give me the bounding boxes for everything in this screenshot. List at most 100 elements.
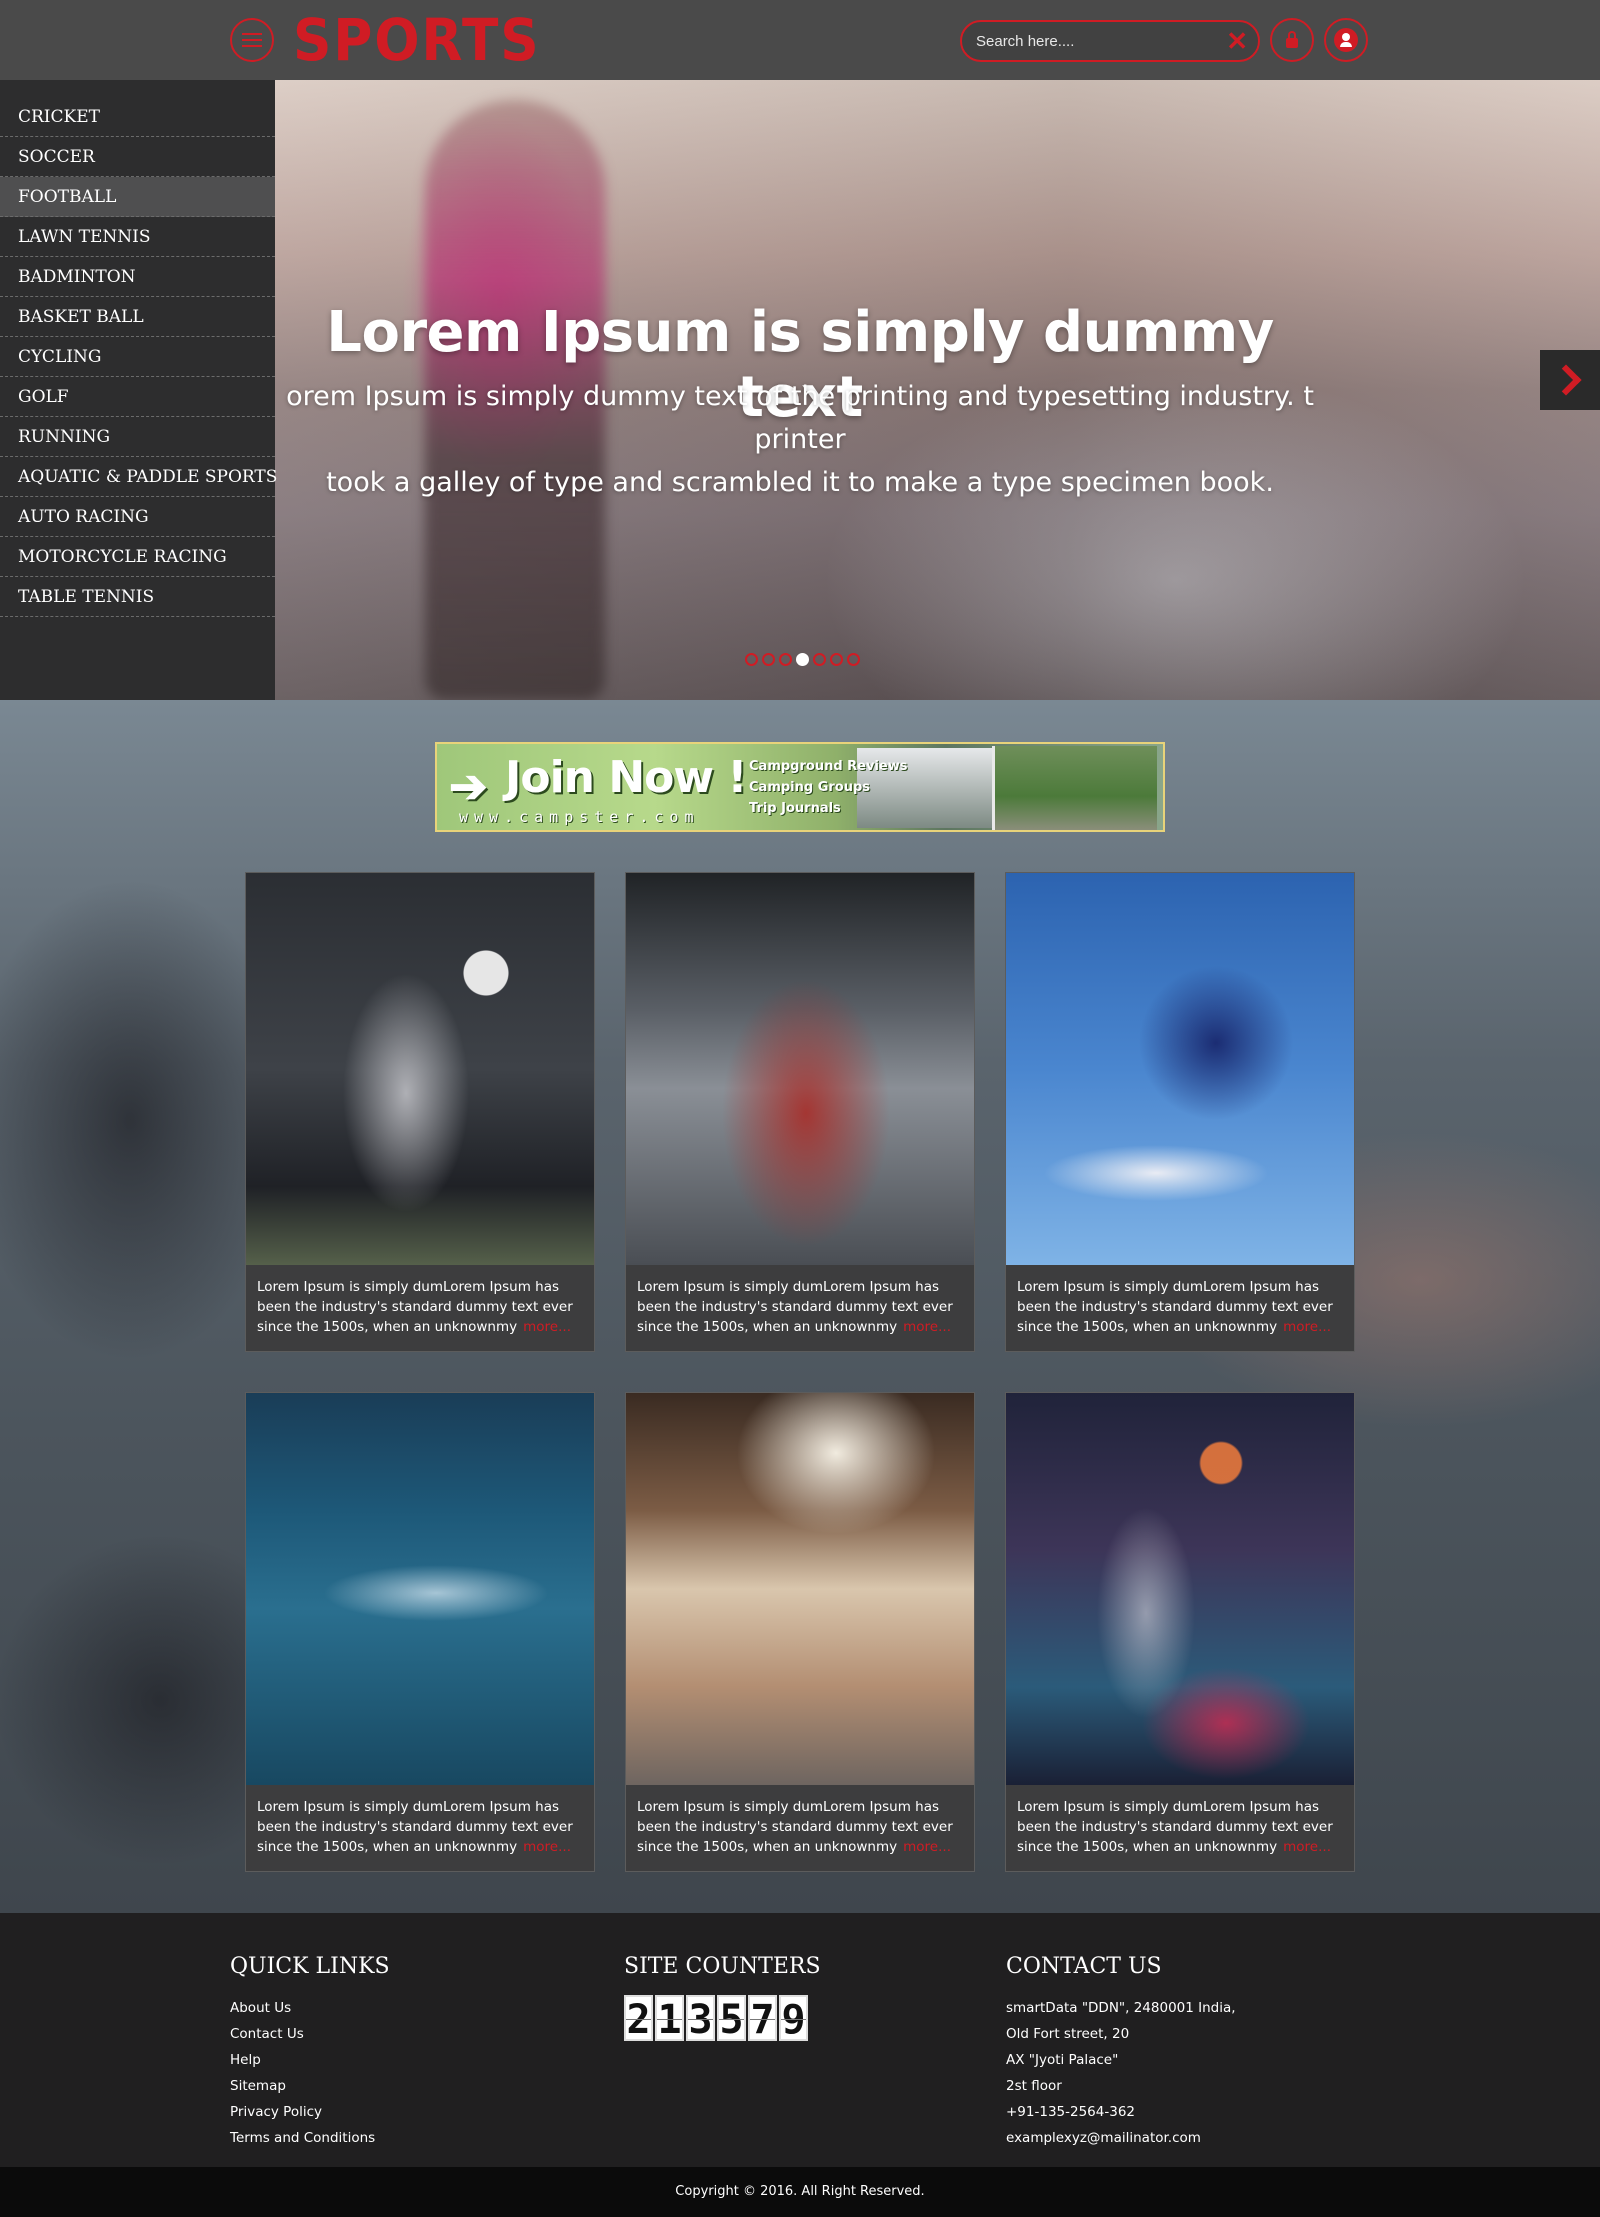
sport-card[interactable]: Lorem Ipsum is simply dumLorem Ipsum has… xyxy=(245,1392,595,1872)
footer-link-about-us[interactable]: About Us xyxy=(230,1995,390,2021)
sidebar-item-aquatic-paddle-sports[interactable]: AQUATIC & PADDLE SPORTS xyxy=(0,457,277,497)
footer-link-sitemap[interactable]: Sitemap xyxy=(230,2073,390,2099)
more-link[interactable]: more... xyxy=(1283,1839,1331,1855)
soccer-player-image[interactable] xyxy=(246,873,594,1265)
banner-url: www.campster.com xyxy=(459,808,700,826)
quick-links: QUICK LINKS About Us Contact Us Help Sit… xyxy=(230,1953,390,2151)
site-logo[interactable]: SPORTS xyxy=(293,6,540,74)
more-link[interactable]: more... xyxy=(1283,1319,1331,1335)
contact-line: AX "Jyoti Palace" xyxy=(1006,2052,1119,2068)
footer-link-privacy-policy[interactable]: Privacy Policy xyxy=(230,2099,390,2125)
slider-dot[interactable] xyxy=(813,653,826,666)
menu-icon[interactable] xyxy=(230,18,274,62)
sidebar-item-basket-ball[interactable]: BASKET BALL xyxy=(0,297,275,337)
sport-card[interactable]: Lorem Ipsum is simply dumLorem Ipsum has… xyxy=(1005,872,1355,1352)
user-icon[interactable] xyxy=(1324,18,1368,62)
hero-subtitle-line: took a galley of type and scrambled it t… xyxy=(326,467,1274,498)
banner-features: Campground Reviews Camping Groups Trip J… xyxy=(749,756,907,819)
sidebar-item-table-tennis[interactable]: TABLE TENNIS xyxy=(0,577,275,617)
contact-line: smartData "DDN", 2480001 India, xyxy=(1006,2000,1236,2016)
card-text: Lorem Ipsum is simply dumLorem Ipsum has… xyxy=(1017,1277,1347,1337)
search-input[interactable] xyxy=(976,30,1216,52)
quick-links-heading: QUICK LINKS xyxy=(230,1954,390,1979)
search-box[interactable]: ✕ xyxy=(960,20,1260,62)
more-link[interactable]: more... xyxy=(903,1319,951,1335)
quick-links-list: About Us Contact Us Help Sitemap Privacy… xyxy=(230,1995,390,2151)
card-text: Lorem Ipsum is simply dumLorem Ipsum has… xyxy=(257,1797,587,1857)
sport-card[interactable]: Lorem Ipsum is simply dumLorem Ipsum has… xyxy=(625,1392,975,1872)
footer-link-contact-us[interactable]: Contact Us xyxy=(230,2021,390,2047)
banner-photo xyxy=(992,746,1157,830)
contact-us-heading: CONTACT US xyxy=(1006,1954,1162,1979)
close-icon[interactable]: ✕ xyxy=(1226,26,1248,56)
banner-headline: Join Now ! xyxy=(505,752,747,803)
slider-dot[interactable] xyxy=(830,653,843,666)
hero-subtitle: orem Ipsum is simply dummy text of the p… xyxy=(275,375,1350,504)
join-now-banner[interactable]: ➔ Join Now ! www.campster.com Campground… xyxy=(435,742,1165,832)
chevron-right-icon xyxy=(1550,364,1582,396)
site-counters: SITE COUNTERS 2 1 3 5 7 9 xyxy=(624,1953,821,2043)
swimmer-image[interactable] xyxy=(246,1393,594,1785)
banner-feature: Campground Reviews xyxy=(749,759,908,774)
counter-digit: 7 xyxy=(748,1995,777,2043)
banner-feature: Camping Groups xyxy=(749,780,871,795)
slider-dots xyxy=(745,653,860,666)
slider-dot-active[interactable] xyxy=(796,653,809,666)
slider-dot[interactable] xyxy=(762,653,775,666)
sidebar-item-running[interactable]: RUNNING xyxy=(0,417,275,457)
sidebar-item-auto-racing[interactable]: AUTO RACING xyxy=(0,497,275,537)
footer-link-help[interactable]: Help xyxy=(230,2047,390,2073)
sidebar-item-lawn-tennis[interactable]: LAWN TENNIS xyxy=(0,217,275,257)
lock-icon[interactable] xyxy=(1270,18,1314,62)
contact-line: Old Fort street, 20 xyxy=(1006,2026,1130,2042)
card-text: Lorem Ipsum is simply dumLorem Ipsum has… xyxy=(637,1797,967,1857)
more-link[interactable]: more... xyxy=(903,1839,951,1855)
snowboarder-image[interactable] xyxy=(1006,873,1354,1265)
sidebar-item-golf[interactable]: GOLF xyxy=(0,377,275,417)
card-text: Lorem Ipsum is simply dumLorem Ipsum has… xyxy=(257,1277,587,1337)
card-text: Lorem Ipsum is simply dumLorem Ipsum has… xyxy=(637,1277,967,1337)
sidebar-item-cricket[interactable]: CRICKET xyxy=(0,97,275,137)
counter-digit: 1 xyxy=(655,1995,684,2043)
sidebar-item-badminton[interactable]: BADMINTON xyxy=(0,257,275,297)
more-link[interactable]: more... xyxy=(523,1319,571,1335)
hero-subtitle-line: orem Ipsum is simply dummy text of the p… xyxy=(286,381,1314,455)
sports-card-grid: Lorem Ipsum is simply dumLorem Ipsum has… xyxy=(245,872,1355,1872)
visitor-counter: 2 1 3 5 7 9 xyxy=(624,1995,821,2043)
climber-image[interactable] xyxy=(626,1393,974,1785)
sport-card[interactable]: Lorem Ipsum is simply dumLorem Ipsum has… xyxy=(625,872,975,1352)
more-link[interactable]: more... xyxy=(523,1839,571,1855)
site-counters-heading: SITE COUNTERS xyxy=(624,1954,821,1979)
hero-slider: Lorem Ipsum is simply dummy text orem Ip… xyxy=(275,80,1600,700)
card-text: Lorem Ipsum is simply dumLorem Ipsum has… xyxy=(1017,1797,1347,1857)
sidebar-item-cycling[interactable]: CYCLING xyxy=(0,337,275,377)
contact-email[interactable]: examplexyz@mailinator.com xyxy=(1006,2125,1236,2151)
site-footer: QUICK LINKS About Us Contact Us Help Sit… xyxy=(0,1913,1600,2167)
footer-link-terms[interactable]: Terms and Conditions xyxy=(230,2125,390,2151)
slider-dot[interactable] xyxy=(745,653,758,666)
contact-details: smartData "DDN", 2480001 India, Old Fort… xyxy=(1006,1995,1236,2151)
main-content: ➔ Join Now ! www.campster.com Campground… xyxy=(0,700,1600,1913)
contact-us: CONTACT US smartData "DDN", 2480001 Indi… xyxy=(1006,1953,1236,2151)
sport-card[interactable]: Lorem Ipsum is simply dumLorem Ipsum has… xyxy=(1005,1392,1355,1872)
copyright-bar: Copyright © 2016. All Right Reserved. xyxy=(0,2167,1600,2217)
slider-dot[interactable] xyxy=(847,653,860,666)
slider-dot[interactable] xyxy=(779,653,792,666)
counter-digit: 3 xyxy=(686,1995,715,2043)
next-slide-button[interactable] xyxy=(1540,350,1600,410)
arrow-right-icon: ➔ xyxy=(449,760,488,812)
counter-digit: 5 xyxy=(717,1995,746,2043)
banner-feature: Trip Journals xyxy=(749,801,841,816)
counter-digit: 2 xyxy=(624,1995,653,2043)
site-header: SPORTS ✕ xyxy=(0,0,1600,80)
motocross-image[interactable] xyxy=(626,873,974,1265)
sidebar-item-soccer[interactable]: SOCCER xyxy=(0,137,275,177)
sidebar-item-motorcycle-racing[interactable]: MOTORCYCLE RACING xyxy=(0,537,275,577)
counter-digit: 9 xyxy=(779,1995,808,2043)
contact-phone[interactable]: +91-135-2564-362 xyxy=(1006,2099,1236,2125)
sport-card[interactable]: Lorem Ipsum is simply dumLorem Ipsum has… xyxy=(245,872,595,1352)
contact-line: 2st floor xyxy=(1006,2078,1062,2094)
sidebar-item-football[interactable]: FOOTBALL xyxy=(0,177,275,217)
basketball-image[interactable] xyxy=(1006,1393,1354,1785)
sports-category-menu: CRICKET SOCCER FOOTBALL LAWN TENNIS BADM… xyxy=(0,80,277,700)
